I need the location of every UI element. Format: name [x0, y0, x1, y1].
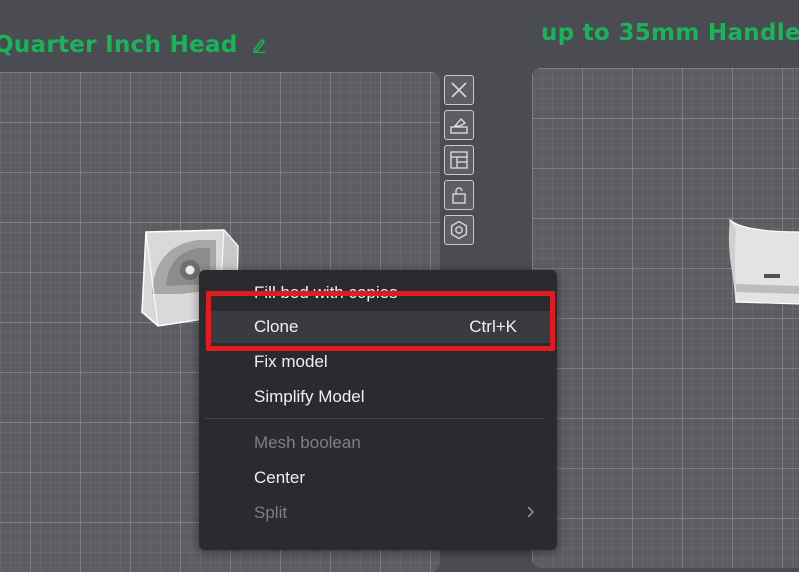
menu-item-mesh-boolean[interactable]: Mesh boolean [205, 427, 551, 459]
arrange-icon[interactable] [444, 110, 474, 140]
layout-icon[interactable] [444, 145, 474, 175]
plate-title-right-text: up to 35mm Handle [541, 20, 799, 46]
plate-title-right[interactable]: up to 35mm Handle [541, 20, 799, 46]
plate-title-left-text: Quarter Inch Head [0, 32, 238, 58]
menu-item-label: Split [254, 503, 288, 522]
model-35mm-handle[interactable] [724, 212, 799, 308]
menu-item-label: Simplify Model [254, 387, 365, 406]
menu-item-split[interactable]: Split [205, 497, 551, 529]
close-icon[interactable] [444, 75, 474, 105]
build-plate-right[interactable] [532, 68, 799, 568]
chevron-right-icon [527, 503, 535, 523]
menu-item-center[interactable]: Center [205, 462, 551, 494]
annotation-highlight-box [206, 291, 555, 351]
plate-toolbar [444, 75, 474, 245]
lock-icon[interactable] [444, 180, 474, 210]
settings-icon[interactable] [444, 215, 474, 245]
menu-separator [205, 418, 545, 419]
menu-item-label: Mesh boolean [254, 433, 361, 452]
menu-item-label: Center [254, 468, 306, 487]
edit-icon[interactable] [252, 33, 266, 59]
menu-item-label: Fix model [254, 352, 328, 371]
menu-item-simplify-model[interactable]: Simplify Model [205, 381, 551, 413]
plate-title-left[interactable]: Quarter Inch Head [0, 32, 266, 59]
